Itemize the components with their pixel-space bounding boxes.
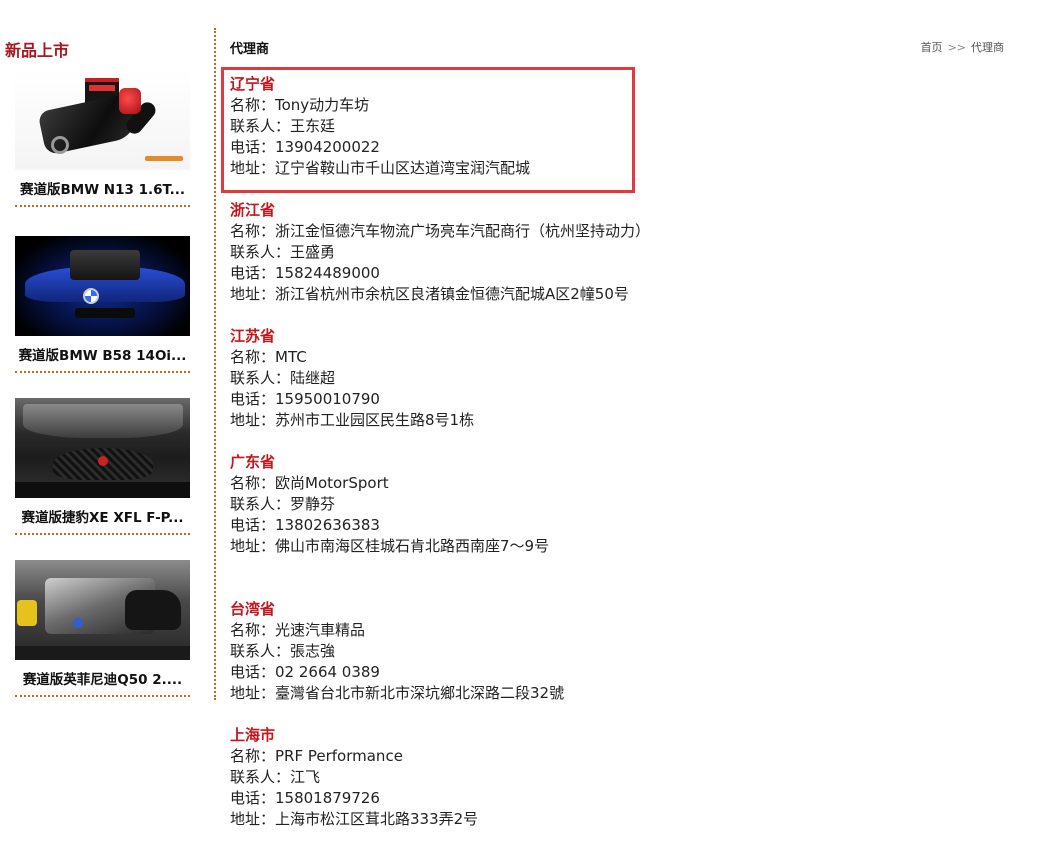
bmw-badge-icon (83, 288, 99, 304)
breadcrumb-home-link[interactable]: 首页 (921, 41, 943, 54)
dotted-separator (15, 533, 190, 535)
dealer-province: 广东省 (230, 453, 276, 471)
dealer-entry: 台湾省 名称：光速汽車精品 联系人：張志強 电话：02 2664 0389 地址… (230, 599, 850, 704)
dealer-name: 名称：光速汽車精品 (230, 621, 366, 639)
jaguar-emblem-icon (98, 456, 108, 466)
dealer-address: 地址：上海市松江区茸北路333弄2号 (230, 810, 479, 828)
dealer-province: 上海市 (230, 726, 276, 744)
product-image-jaguar-front[interactable] (15, 398, 190, 498)
dealer-phone: 电话：02 2664 0389 (230, 663, 380, 681)
dealer-entry: 浙江省 名称：浙江金恒德汽车物流广场亮车汽配商行（杭州坚持动力） 联系人：王盛勇… (230, 200, 850, 305)
dealer-province: 辽宁省 (230, 75, 276, 93)
dealer-entry: 江苏省 名称：MTC 联系人：陆继超 电话：15950010790 地址：苏州市… (230, 326, 850, 431)
box-label-stripe (89, 85, 115, 91)
dealer-province: 江苏省 (230, 327, 276, 345)
bumper-shape (15, 646, 190, 660)
dealer-name: 名称：MTC (230, 348, 307, 366)
engine-bay-shape (23, 404, 183, 438)
product-image-bmw-engine[interactable] (15, 236, 190, 336)
product-card[interactable]: 赛道版英菲尼迪Q50 2.... (15, 560, 190, 697)
dealer-entry: 上海市 名称：PRF Performance 联系人：江飞 电话：1580187… (230, 725, 850, 830)
sidebar-title: 新品上市 (5, 41, 70, 60)
product-card[interactable]: 赛道版BMW N13 1.6T... (15, 70, 190, 207)
bumper-shape (15, 482, 190, 498)
dealer-contact: 联系人：王盛勇 (230, 243, 336, 261)
product-image-infiniti-engine[interactable] (15, 560, 190, 660)
dotted-separator (15, 371, 190, 373)
product-name-link[interactable]: 赛道版捷豹XE XFL F-P... (15, 506, 190, 526)
dealer-contact: 联系人：王东廷 (230, 117, 336, 135)
vertical-divider (214, 28, 216, 700)
cap-shape (73, 618, 83, 628)
breadcrumb: 首页 >> 代理商 (921, 39, 1004, 55)
engine-shape (70, 250, 140, 280)
product-name-link[interactable]: 赛道版英菲尼迪Q50 2.... (15, 668, 190, 688)
dealer-contact: 联系人：江飞 (230, 768, 321, 786)
product-image-intake-kit[interactable] (15, 70, 190, 170)
filter-shape (119, 88, 141, 114)
product-name-link[interactable]: 赛道版BMW N13 1.6T... (15, 178, 190, 198)
dealer-phone: 电话：13802636383 (230, 516, 380, 534)
product-name-link[interactable]: 赛道版BMW B58 14Oi... (15, 344, 190, 364)
dealer-phone: 电话：15801879726 (230, 789, 380, 807)
dealer-address: 地址：辽宁省鞍山市千山区达道湾宝润汽配城 (230, 159, 531, 177)
dealer-province: 浙江省 (230, 201, 276, 219)
dealer-entry: 辽宁省 名称：Tony动力车坊 联系人：王东廷 电话：13904200022 地… (230, 74, 850, 179)
grille-shape (75, 308, 135, 318)
dealer-address: 地址：臺灣省台北市新北市深坑鄉北深路二段32號 (230, 684, 565, 702)
dotted-separator (15, 205, 190, 207)
breadcrumb-current-link[interactable]: 代理商 (971, 41, 1004, 54)
dealer-name: 名称：欧尚MotorSport (230, 474, 389, 492)
dealer-contact: 联系人：張志強 (230, 642, 336, 660)
product-card[interactable]: 赛道版BMW B58 14Oi... (15, 236, 190, 373)
breadcrumb-separator: >> (947, 41, 966, 54)
dealer-address: 地址：苏州市工业园区民生路8号1栋 (230, 411, 475, 429)
dealer-province: 台湾省 (230, 600, 276, 618)
page-title: 代理商 (230, 42, 270, 57)
dealer-address: 地址：佛山市南海区桂城石肯北路西南座7～9号 (230, 537, 550, 555)
watermark-logo (145, 156, 183, 161)
dealer-address: 地址：浙江省杭州市余杭区良渚镇金恒德汽配城A区2幢50号 (230, 285, 629, 303)
product-card[interactable]: 赛道版捷豹XE XFL F-P... (15, 398, 190, 535)
reservoir-shape (17, 600, 37, 626)
dealer-contact: 联系人：罗静芬 (230, 495, 336, 513)
dealer-name: 名称：浙江金恒德汽车物流广场亮车汽配商行（杭州坚持动力） (230, 222, 651, 240)
dealer-name: 名称：PRF Performance (230, 747, 403, 765)
dealer-contact: 联系人：陆继超 (230, 369, 336, 387)
clamp-shape (51, 136, 69, 154)
dealer-name: 名称：Tony动力车坊 (230, 96, 370, 114)
dealer-entry: 广东省 名称：欧尚MotorSport 联系人：罗静芬 电话：138026363… (230, 452, 850, 557)
sidebar: 新品上市 赛道版BMW N13 1.6T... 赛道版BMW B58 14Oi.… (0, 0, 200, 858)
intake-shape (125, 590, 181, 630)
dealer-phone: 电话：13904200022 (230, 138, 380, 156)
dotted-separator (15, 695, 190, 697)
dealer-phone: 电话：15950010790 (230, 390, 380, 408)
dealer-phone: 电话：15824489000 (230, 264, 380, 282)
